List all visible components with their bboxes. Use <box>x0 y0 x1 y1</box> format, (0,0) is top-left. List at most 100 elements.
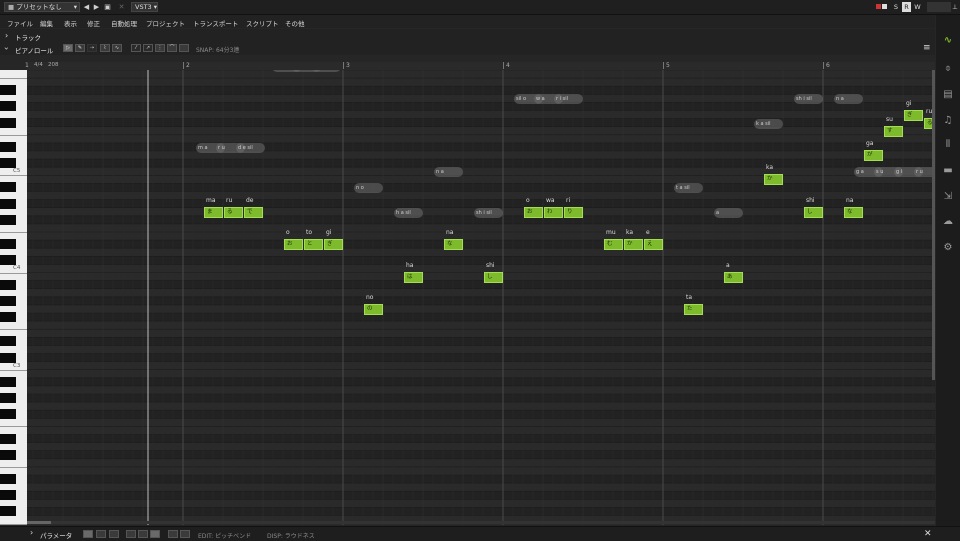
note[interactable]: な <box>844 206 863 218</box>
black-key[interactable] <box>0 101 16 112</box>
chevron-down-icon[interactable]: › <box>2 47 11 50</box>
param-reset-tool-button[interactable] <box>150 530 160 538</box>
export-icon[interactable]: ⇲ <box>942 191 954 203</box>
pitch-tool-button[interactable]: ⌇ <box>100 44 110 52</box>
param-select-tool-button[interactable] <box>83 530 93 538</box>
note[interactable]: た <box>684 303 703 315</box>
param-line-tool-button[interactable] <box>109 530 119 538</box>
close-preset-button[interactable]: ✕ <box>117 2 126 12</box>
black-key[interactable] <box>0 214 16 225</box>
menu-transport[interactable]: トランスポート <box>193 18 238 28</box>
line-tool-button[interactable]: ⁄ <box>131 44 141 52</box>
note-grid[interactable]: maまm aruるr udeでd e siloおsil otoとt ogiぎg … <box>27 70 935 525</box>
note[interactable]: ぎ <box>324 239 343 251</box>
write-button[interactable]: W <box>913 2 922 12</box>
microphone-icon[interactable]: ⌽ <box>942 63 954 75</box>
horizontal-scroll-thumb[interactable] <box>27 521 51 524</box>
menu-modify[interactable]: 修正 <box>87 18 100 28</box>
black-key[interactable] <box>0 182 16 193</box>
smooth-tool-button[interactable]: ⌒ <box>167 44 177 52</box>
note[interactable]: の <box>364 303 383 315</box>
vibrato-tool-button[interactable]: ∿ <box>112 44 122 52</box>
black-key[interactable] <box>0 393 16 404</box>
black-key[interactable] <box>0 198 16 209</box>
piano-keyboard[interactable]: C5 C4 C3 <box>0 70 27 525</box>
black-key[interactable] <box>0 141 16 152</box>
music-note-icon[interactable]: ♫ <box>942 115 954 127</box>
split-tool-button[interactable]: ⇢ <box>87 44 97 52</box>
note[interactable]: わ <box>544 206 563 218</box>
note[interactable]: は <box>404 271 423 283</box>
preset-select[interactable]: ■ プリセットなし ▾ <box>4 2 80 12</box>
black-key[interactable] <box>0 158 16 169</box>
param-display-mode[interactable]: DISP: ラウドネス <box>267 531 315 540</box>
curve-tool-button[interactable]: ↗ <box>143 44 153 52</box>
note[interactable]: ぎ <box>904 109 923 121</box>
select-tool-button[interactable]: ▷ <box>63 44 73 52</box>
pencil-tool-button[interactable]: ✎ <box>75 44 85 52</box>
note[interactable]: な <box>444 239 463 251</box>
previous-preset-button[interactable]: ◀ <box>82 2 91 12</box>
next-preset-button[interactable]: ▶ <box>92 2 101 12</box>
black-key[interactable] <box>0 433 16 444</box>
black-key[interactable] <box>0 312 16 323</box>
track-section-header[interactable]: › トラック <box>0 29 935 42</box>
note[interactable]: か <box>624 239 643 251</box>
menu-view[interactable]: 表示 <box>64 18 77 28</box>
library-icon[interactable]: ⫴ <box>942 139 954 151</box>
black-key[interactable] <box>0 255 16 266</box>
note[interactable]: あ <box>724 271 743 283</box>
timeline-ruler[interactable]: 4/4 208 1 2 3 4 5 6 <box>25 62 935 70</box>
close-icon[interactable]: ✕ <box>924 529 932 539</box>
menu-file[interactable]: ファイル <box>7 18 33 28</box>
black-key[interactable] <box>0 352 16 363</box>
cloud-icon[interactable]: ☁ <box>942 216 954 228</box>
note[interactable]: り <box>564 206 583 218</box>
param-smooth-tool-button[interactable] <box>138 530 148 538</box>
menu-project[interactable]: プロジェクト <box>146 18 185 28</box>
black-key[interactable] <box>0 117 16 128</box>
record-toggle[interactable] <box>873 2 889 12</box>
gear-icon[interactable]: ⚙ <box>942 242 954 254</box>
menu-auto-process[interactable]: 自動処理 <box>111 18 137 28</box>
param-curve-tool-button[interactable] <box>126 530 136 538</box>
black-key[interactable] <box>0 490 16 501</box>
param-edit-mode[interactable]: EDIT: ピッチベンド <box>198 531 251 540</box>
note[interactable]: お <box>524 206 543 218</box>
menu-edit[interactable]: 編集 <box>40 18 53 28</box>
grid-tool-button[interactable]: ⋮ <box>155 44 165 52</box>
plugin-format-select[interactable]: VST3 ▾ <box>131 2 158 12</box>
black-key[interactable] <box>0 85 16 96</box>
param-pencil-tool-button[interactable] <box>96 530 106 538</box>
black-key[interactable] <box>0 474 16 485</box>
hamburger-menu-icon[interactable]: ≡ <box>923 43 931 53</box>
save-preset-button[interactable]: ▣ <box>103 2 112 12</box>
black-key[interactable] <box>0 449 16 460</box>
note[interactable]: ま <box>204 206 223 218</box>
note[interactable]: が <box>864 150 883 161</box>
black-key[interactable] <box>0 279 16 290</box>
param-fit-tool-button[interactable] <box>180 530 190 538</box>
note[interactable]: し <box>804 206 823 218</box>
clapperboard-icon[interactable]: ▤ <box>942 89 954 101</box>
note[interactable]: で <box>244 206 263 218</box>
note[interactable]: か <box>764 174 783 186</box>
black-key[interactable] <box>0 506 16 517</box>
note[interactable]: し <box>484 271 503 283</box>
note[interactable]: と <box>304 239 323 251</box>
black-key[interactable] <box>0 376 16 387</box>
black-key[interactable] <box>0 239 16 250</box>
note[interactable]: お <box>284 239 303 251</box>
black-key[interactable] <box>0 409 16 420</box>
menu-other[interactable]: その他 <box>285 18 305 28</box>
horizontal-scrollbar[interactable] <box>27 521 935 524</box>
pin-icon[interactable]: ⊥ <box>951 2 959 12</box>
black-key[interactable] <box>0 336 16 347</box>
read-button[interactable]: R <box>902 2 911 12</box>
menu-script[interactable]: スクリプト <box>246 18 279 28</box>
vertical-scrollbar[interactable] <box>932 70 935 380</box>
book-icon[interactable]: ▬ <box>942 165 954 177</box>
note[interactable]: す <box>884 125 903 137</box>
black-key[interactable] <box>0 295 16 306</box>
wave-tool-button[interactable] <box>179 44 189 52</box>
